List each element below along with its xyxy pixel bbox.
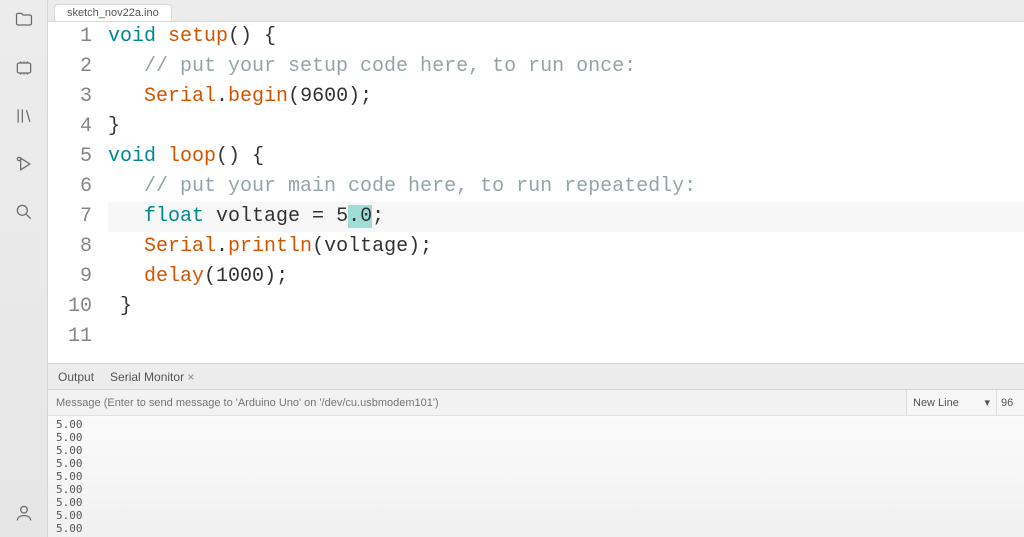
serial-output[interactable]: 5.005.005.005.005.005.005.005.005.00	[48, 416, 1024, 537]
code-area[interactable]: void setup() { // put your setup code he…	[108, 22, 1024, 363]
app-root: sketch_nov22a.ino 1234567891011 void set…	[0, 0, 1024, 537]
line-number: 11	[48, 322, 92, 352]
serial-message-input[interactable]	[48, 397, 906, 409]
line-number: 10	[48, 292, 92, 322]
line-number: 7	[48, 202, 92, 232]
line-number: 4	[48, 112, 92, 142]
library-icon[interactable]	[12, 104, 36, 128]
line-ending-dropdown[interactable]: New Line ▾	[906, 390, 996, 415]
serial-line: 5.00	[56, 444, 1016, 457]
serial-line: 5.00	[56, 509, 1016, 522]
serial-line: 5.00	[56, 470, 1016, 483]
line-number: 6	[48, 172, 92, 202]
code-line[interactable]: void loop() {	[108, 142, 1024, 172]
line-number: 9	[48, 262, 92, 292]
line-gutter: 1234567891011	[48, 22, 108, 363]
line-number: 8	[48, 232, 92, 262]
line-number: 3	[48, 82, 92, 112]
tab-serial-monitor[interactable]: Serial Monitor	[110, 370, 194, 384]
activity-bar	[0, 0, 48, 537]
baud-dropdown[interactable]: 96	[996, 390, 1024, 415]
serial-line: 5.00	[56, 418, 1016, 431]
tab-bar: sketch_nov22a.ino	[48, 0, 1024, 22]
debug-icon[interactable]	[12, 152, 36, 176]
chevron-down-icon: ▾	[984, 396, 990, 409]
line-number: 5	[48, 142, 92, 172]
code-line[interactable]: // put your main code here, to run repea…	[108, 172, 1024, 202]
folder-icon[interactable]	[12, 8, 36, 32]
code-line[interactable]: void setup() {	[108, 22, 1024, 52]
main-pane: sketch_nov22a.ino 1234567891011 void set…	[48, 0, 1024, 537]
serial-line: 5.00	[56, 431, 1016, 444]
line-number: 1	[48, 22, 92, 52]
line-ending-label: New Line	[913, 397, 959, 409]
serial-line: 5.00	[56, 483, 1016, 496]
code-line[interactable]: float voltage = 5.0;	[108, 202, 1024, 232]
code-line[interactable]: delay(1000);	[108, 262, 1024, 292]
account-icon[interactable]	[12, 501, 36, 525]
board-manager-icon[interactable]	[12, 56, 36, 80]
bottom-panel: Output Serial Monitor New Line ▾ 96 5.00…	[48, 363, 1024, 537]
serial-line: 5.00	[56, 522, 1016, 535]
code-line[interactable]: }	[108, 292, 1024, 322]
line-number: 2	[48, 52, 92, 82]
code-line[interactable]: // put your setup code here, to run once…	[108, 52, 1024, 82]
serial-line: 5.00	[56, 496, 1016, 509]
search-icon[interactable]	[12, 200, 36, 224]
bottom-tab-bar: Output Serial Monitor	[48, 364, 1024, 390]
serial-send-row: New Line ▾ 96	[48, 390, 1024, 416]
serial-line: 5.00	[56, 457, 1016, 470]
code-line[interactable]: }	[108, 112, 1024, 142]
code-line[interactable]: Serial.begin(9600);	[108, 82, 1024, 112]
tab-output[interactable]: Output	[58, 370, 94, 384]
code-editor[interactable]: 1234567891011 void setup() { // put your…	[48, 22, 1024, 363]
editor-tab[interactable]: sketch_nov22a.ino	[54, 4, 172, 21]
code-line[interactable]: Serial.println(voltage);	[108, 232, 1024, 262]
